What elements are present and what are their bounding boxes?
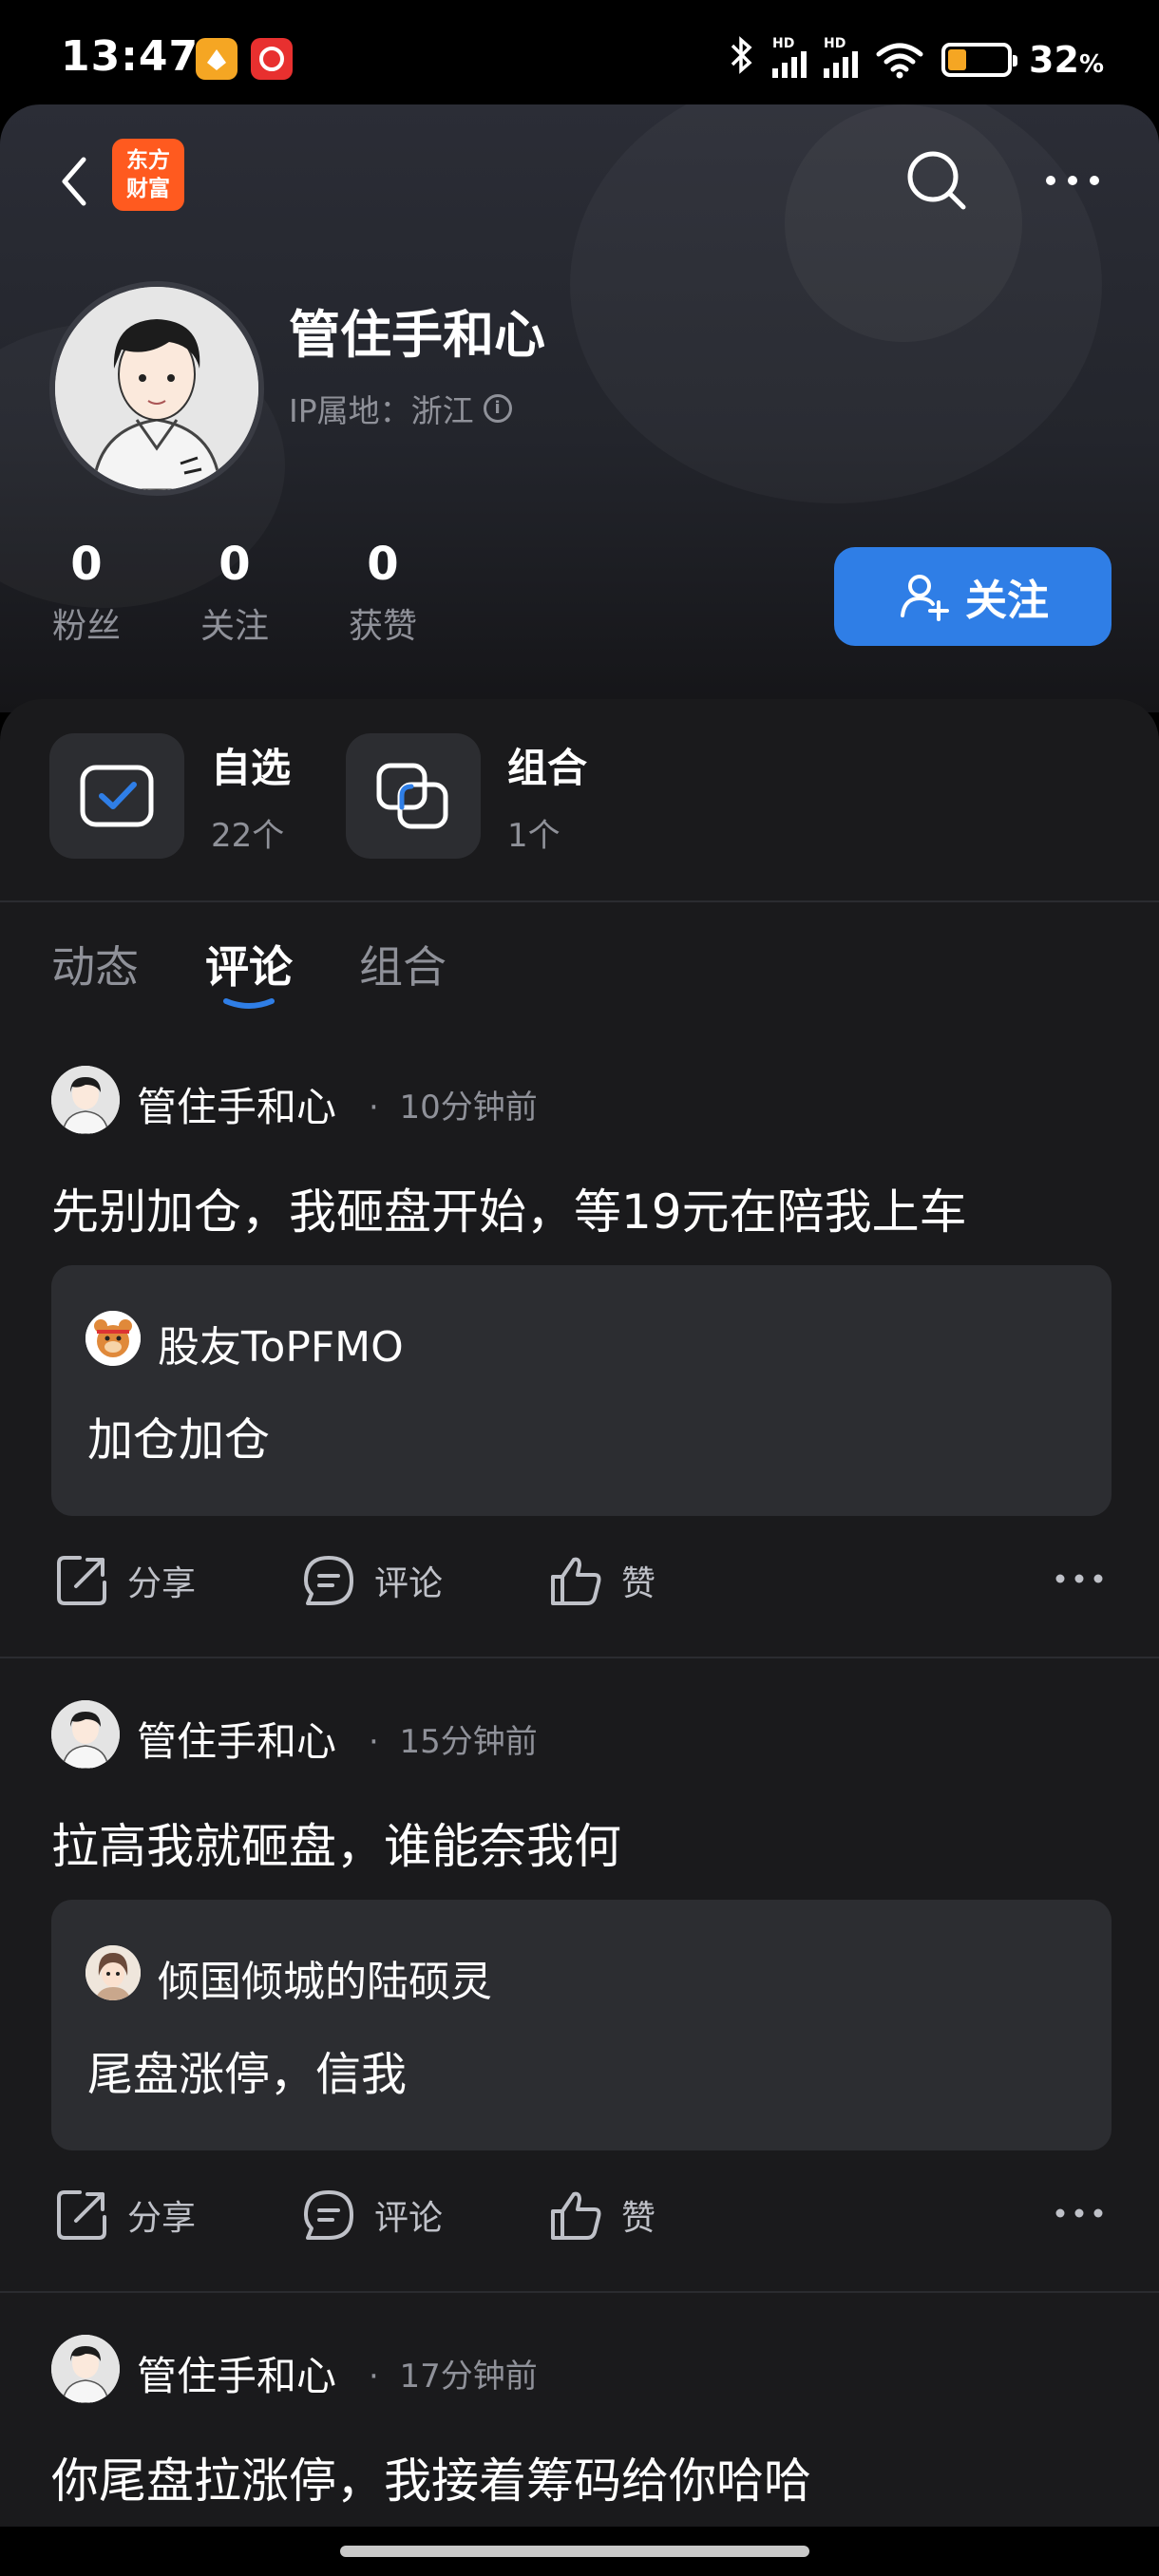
comment-button[interactable]: 评论 [300, 2177, 443, 2253]
profile-header: 东方 财富 管住手和心 IP属地：浙江 i 0 粉丝 0 关注 0 获赞 关注 [0, 104, 1159, 712]
back-arrow-icon[interactable] [48, 148, 104, 215]
post-time: · 17分钟前 [369, 2358, 538, 2396]
stat-followers[interactable]: 0 粉丝 [34, 538, 139, 648]
battery-percent: 32 [1029, 39, 1079, 81]
bluetooth-icon [729, 34, 755, 85]
profile-username: 管住手和心 [289, 305, 545, 365]
watchlist-check-icon [49, 733, 184, 859]
info-icon[interactable]: i [483, 394, 512, 423]
author-name[interactable]: 管住手和心 [137, 1710, 336, 1768]
active-tab-indicator [223, 998, 275, 1009]
share-icon [57, 1556, 106, 1605]
post-time: · 15分钟前 [369, 1723, 538, 1761]
add-user-icon [901, 575, 949, 621]
author-avatar[interactable] [51, 1700, 120, 1769]
status-time: 13:47 [61, 32, 200, 81]
signal-icon: HD [824, 36, 859, 78]
home-indicator[interactable] [340, 2546, 809, 2557]
search-icon[interactable] [899, 142, 975, 218]
post-divider [0, 1657, 1159, 1658]
post-time: · 10分钟前 [369, 1089, 538, 1127]
share-icon [57, 2190, 106, 2240]
author-avatar[interactable] [51, 2335, 120, 2403]
signal-icon: HD [772, 36, 808, 78]
wifi-icon [876, 43, 923, 79]
follow-button[interactable]: 关注 [834, 547, 1112, 646]
thumbs-up-icon [551, 2191, 601, 2240]
status-bar: 13:47 HD HD 32% [0, 0, 1159, 106]
tab-comments[interactable]: 评论 [205, 933, 293, 995]
post-actions: 分享 评论 赞 [0, 2177, 1159, 2253]
portfolio-shortcut[interactable]: 组合 1个 [346, 729, 587, 862]
share-button[interactable]: 分享 [53, 1543, 196, 1619]
avatar[interactable] [49, 281, 264, 496]
quoted-author-name: 倾国倾城的陆硕灵 [158, 1958, 492, 2006]
more-options-icon[interactable] [1053, 1567, 1106, 1590]
author-name[interactable]: 管住手和心 [137, 2344, 336, 2402]
post-text[interactable]: 拉高我就砸盘，谁能奈我何 [51, 1809, 621, 1877]
like-button[interactable]: 赞 [547, 1543, 656, 1619]
quoted-author-avatar [86, 1311, 141, 1366]
music-app-icon [251, 38, 293, 80]
content-panel: 自选 22个 组合 1个 动态 评论 组合 管住手和心 · 10分钟前 先别加仓… [0, 699, 1159, 2544]
comment-button[interactable]: 评论 [300, 1543, 443, 1619]
section-divider [0, 900, 1159, 902]
post-text[interactable]: 先别加仓，我砸盘开始，等19元在陪我上车 [51, 1174, 967, 1242]
comment-icon [304, 2190, 353, 2240]
comment-icon [304, 1556, 353, 1605]
tab-dynamics[interactable]: 动态 [51, 933, 139, 995]
thumbs-up-icon [551, 1557, 601, 1605]
more-options-icon[interactable] [1039, 152, 1106, 209]
stat-likes[interactable]: 0 获赞 [331, 538, 435, 648]
watchlist-shortcut[interactable]: 自选 22个 [49, 729, 291, 862]
quoted-post[interactable]: 倾国倾城的陆硕灵 尾盘涨停，信我 [51, 1900, 1112, 2150]
tab-portfolio[interactable]: 组合 [359, 933, 446, 995]
quoted-post[interactable]: 股友ToPFMO 加仓加仓 [51, 1265, 1112, 1516]
author-avatar[interactable] [51, 1066, 120, 1134]
battery-icon [941, 43, 1018, 77]
ip-location: IP属地：浙江 i [289, 386, 512, 431]
portfolio-squares-icon [346, 733, 481, 859]
quoted-author-name: 股友ToPFMO [158, 1323, 404, 1372]
app-logo: 东方 财富 [112, 139, 184, 211]
post-divider [0, 2291, 1159, 2293]
share-button[interactable]: 分享 [53, 2177, 196, 2253]
quoted-text: 加仓加仓 [87, 1413, 271, 1467]
quoted-author-avatar [86, 1945, 141, 2000]
stat-following[interactable]: 0 关注 [182, 538, 287, 648]
author-name[interactable]: 管住手和心 [137, 1075, 336, 1133]
more-options-icon[interactable] [1053, 2202, 1106, 2225]
app-notification-icon [196, 38, 238, 80]
like-button[interactable]: 赞 [547, 2177, 656, 2253]
post-text[interactable]: 你尾盘拉涨停，我接着筹码给你哈哈 [51, 2443, 811, 2511]
post-actions: 分享 评论 赞 [0, 1543, 1159, 1619]
quoted-text: 尾盘涨停，信我 [87, 2048, 408, 2101]
